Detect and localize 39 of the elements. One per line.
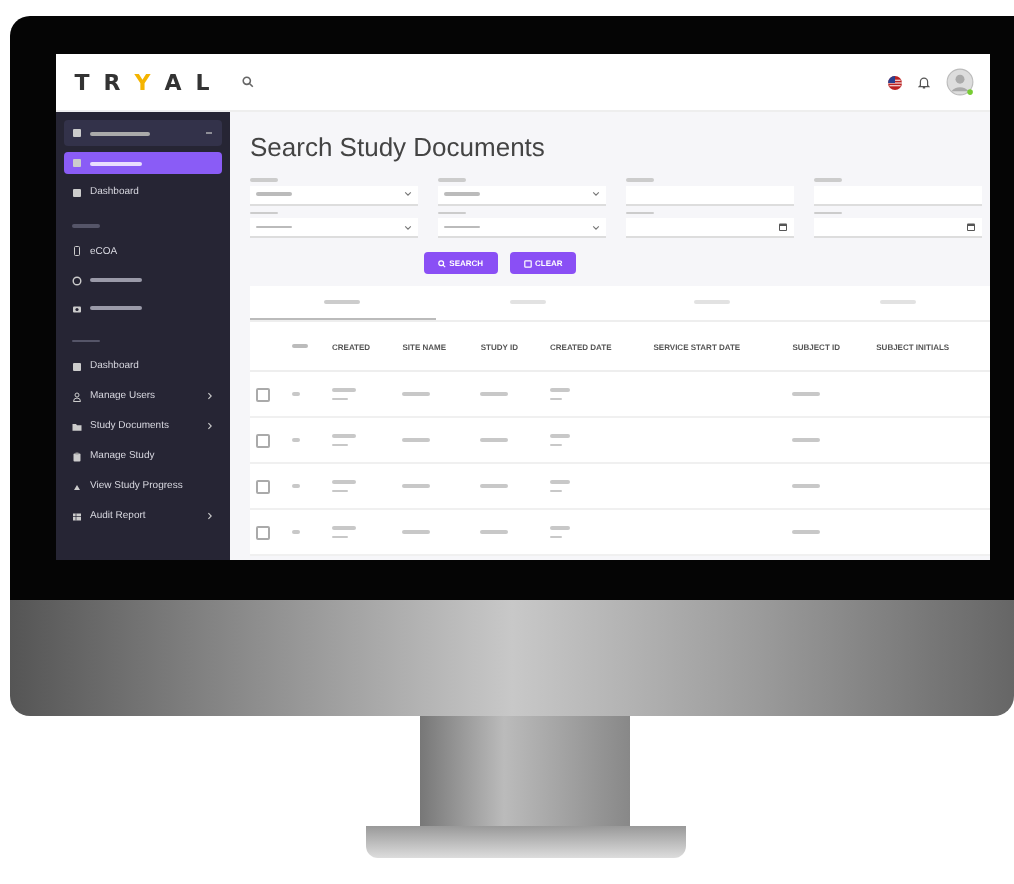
date-field[interactable]	[814, 218, 982, 238]
date-field[interactable]	[626, 218, 794, 238]
avatar-icon	[946, 68, 974, 96]
triangle-icon	[72, 481, 82, 491]
dropdown-field[interactable]	[438, 218, 606, 238]
sidebar-item[interactable]	[64, 152, 222, 174]
camera-icon	[72, 303, 82, 313]
calendar-icon	[778, 222, 788, 232]
dropdown-field[interactable]	[250, 218, 418, 238]
square-icon	[72, 158, 82, 168]
minus-icon	[204, 128, 214, 138]
search-icon	[437, 259, 446, 267]
chevron-down-icon	[592, 223, 600, 231]
bell-icon	[918, 75, 930, 89]
grid-icon	[72, 511, 82, 521]
clipboard-icon	[72, 451, 82, 461]
folder-icon	[72, 421, 82, 431]
chevron-down-icon	[404, 223, 412, 231]
chevron-down-icon	[592, 190, 600, 198]
account-switcher[interactable]	[64, 120, 222, 146]
calendar-icon	[966, 222, 976, 232]
square-icon	[72, 361, 82, 371]
checkbox[interactable]	[256, 479, 270, 493]
phone-icon	[72, 246, 82, 256]
flag-icon	[888, 75, 902, 89]
search-icon	[242, 76, 254, 88]
checkbox[interactable]	[256, 387, 270, 401]
logo: TR Y AL	[72, 69, 226, 95]
checkbox[interactable]	[256, 433, 270, 447]
person-icon	[72, 391, 82, 401]
input-field[interactable]	[814, 185, 982, 205]
page-title: Search Study Documents	[250, 132, 547, 162]
square-icon	[72, 187, 82, 197]
input-field[interactable]	[626, 185, 794, 205]
dropdown-field[interactable]	[438, 185, 606, 205]
circle-icon	[72, 275, 82, 285]
checkbox[interactable]	[256, 525, 270, 539]
dropdown-field[interactable]	[250, 185, 418, 205]
chevron-down-icon	[404, 190, 412, 198]
